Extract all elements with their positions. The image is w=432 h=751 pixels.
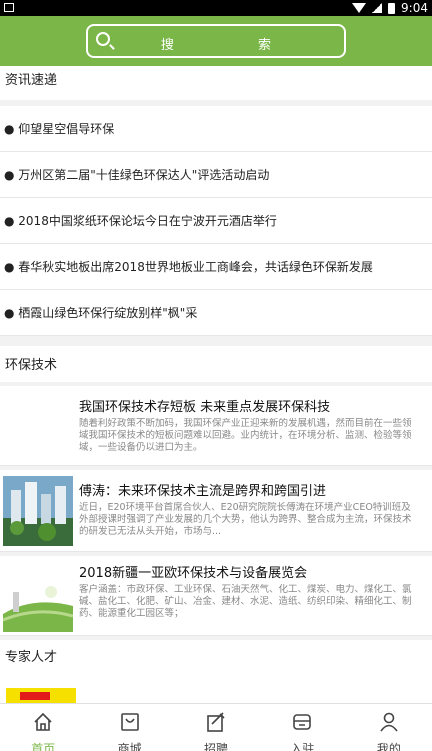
article-title: 2018新疆一亚欧环保技术与设备展览会	[79, 566, 308, 581]
tab-label: 首页	[31, 742, 56, 751]
bottom-tab-bar: 首页 商城 招聘 入驻 我的	[0, 703, 432, 751]
article-title: 傅涛：未来环保技术主流是跨界和跨国引进	[79, 484, 327, 499]
search-placeholder: 搜 索	[160, 38, 312, 53]
recruit-icon	[207, 712, 225, 732]
tab-shop[interactable]: 商城	[86, 704, 172, 751]
tab-join[interactable]: 入驻	[259, 704, 345, 751]
news-section-title: 资讯速递	[5, 73, 58, 88]
status-bar: 9:04	[0, 0, 432, 16]
experts-section: 专家人才	[0, 640, 432, 703]
news-item[interactable]: ● 栖霞山绿色环保行绽放别样"枫"采	[0, 290, 432, 336]
join-icon	[293, 714, 312, 730]
article-item[interactable]: 傅涛：未来环保技术主流是跨界和跨国引进 近日，E20环境平台首席合伙人、E20研…	[0, 470, 432, 552]
tech-section-title: 环保技术	[5, 358, 58, 373]
tab-home[interactable]: 首页	[0, 704, 86, 751]
tab-label: 入驻	[290, 742, 315, 751]
expert-thumbnail	[6, 688, 76, 703]
clock: 9:04	[401, 1, 428, 15]
profile-icon	[380, 712, 398, 732]
article-desc: 随着利好政策不断加码，我国环保产业正迎来新的发展机遇，然而目前在一些领域我国环保…	[79, 418, 412, 453]
search-input[interactable]: 搜 索	[86, 24, 346, 58]
tech-section-header: 环保技术	[0, 346, 432, 382]
shop-icon	[120, 713, 139, 731]
article-desc: 客户涵盖：市政环保、工业环保、石油天然气、化工、煤炭、电力、煤化工、氯碱、盐化工…	[79, 584, 412, 619]
article-desc: 近日，E20环境平台首席合伙人、E20研究院院长傅涛在环境产业CEO特训班及外部…	[79, 502, 412, 537]
tab-profile[interactable]: 我的	[346, 704, 432, 751]
article-item[interactable]: 2018新疆一亚欧环保技术与设备展览会 客户涵盖：市政环保、工业环保、石油天然气…	[0, 556, 432, 636]
news-item[interactable]: ● 2018中国浆纸环保论坛今日在宁波开元酒店举行	[0, 198, 432, 244]
news-section-header: 资讯速递	[0, 66, 432, 100]
tab-label: 我的	[376, 742, 401, 751]
tab-label: 商城	[117, 742, 142, 751]
home-icon	[34, 712, 52, 731]
news-item[interactable]: ● 万州区第二届"十佳绿色环保达人"评选活动启动	[0, 152, 432, 198]
article-title: 我国环保技术存短板 未来重点发展环保科技	[79, 400, 331, 415]
news-item[interactable]: ● 春华秋实地板出席2018世界地板业工商峰会，共话绿色环保新发展	[0, 244, 432, 290]
article-item[interactable]: 我国环保技术存短板 未来重点发展环保科技 随着利好政策不断加码，我国环保产业正迎…	[0, 386, 432, 466]
tab-label: 招聘	[204, 742, 229, 751]
article-thumbnail	[2, 562, 74, 632]
battery-icon	[388, 2, 396, 14]
notification-icon	[4, 3, 14, 12]
experts-section-title: 专家人才	[5, 650, 58, 665]
header-bar: 搜 索	[0, 16, 432, 66]
tab-recruit[interactable]: 招聘	[173, 704, 259, 751]
wifi-icon	[352, 3, 367, 13]
article-thumbnail	[3, 476, 73, 546]
signal-icon	[372, 3, 383, 13]
news-item[interactable]: ● 仰望星空倡导环保	[0, 106, 432, 152]
